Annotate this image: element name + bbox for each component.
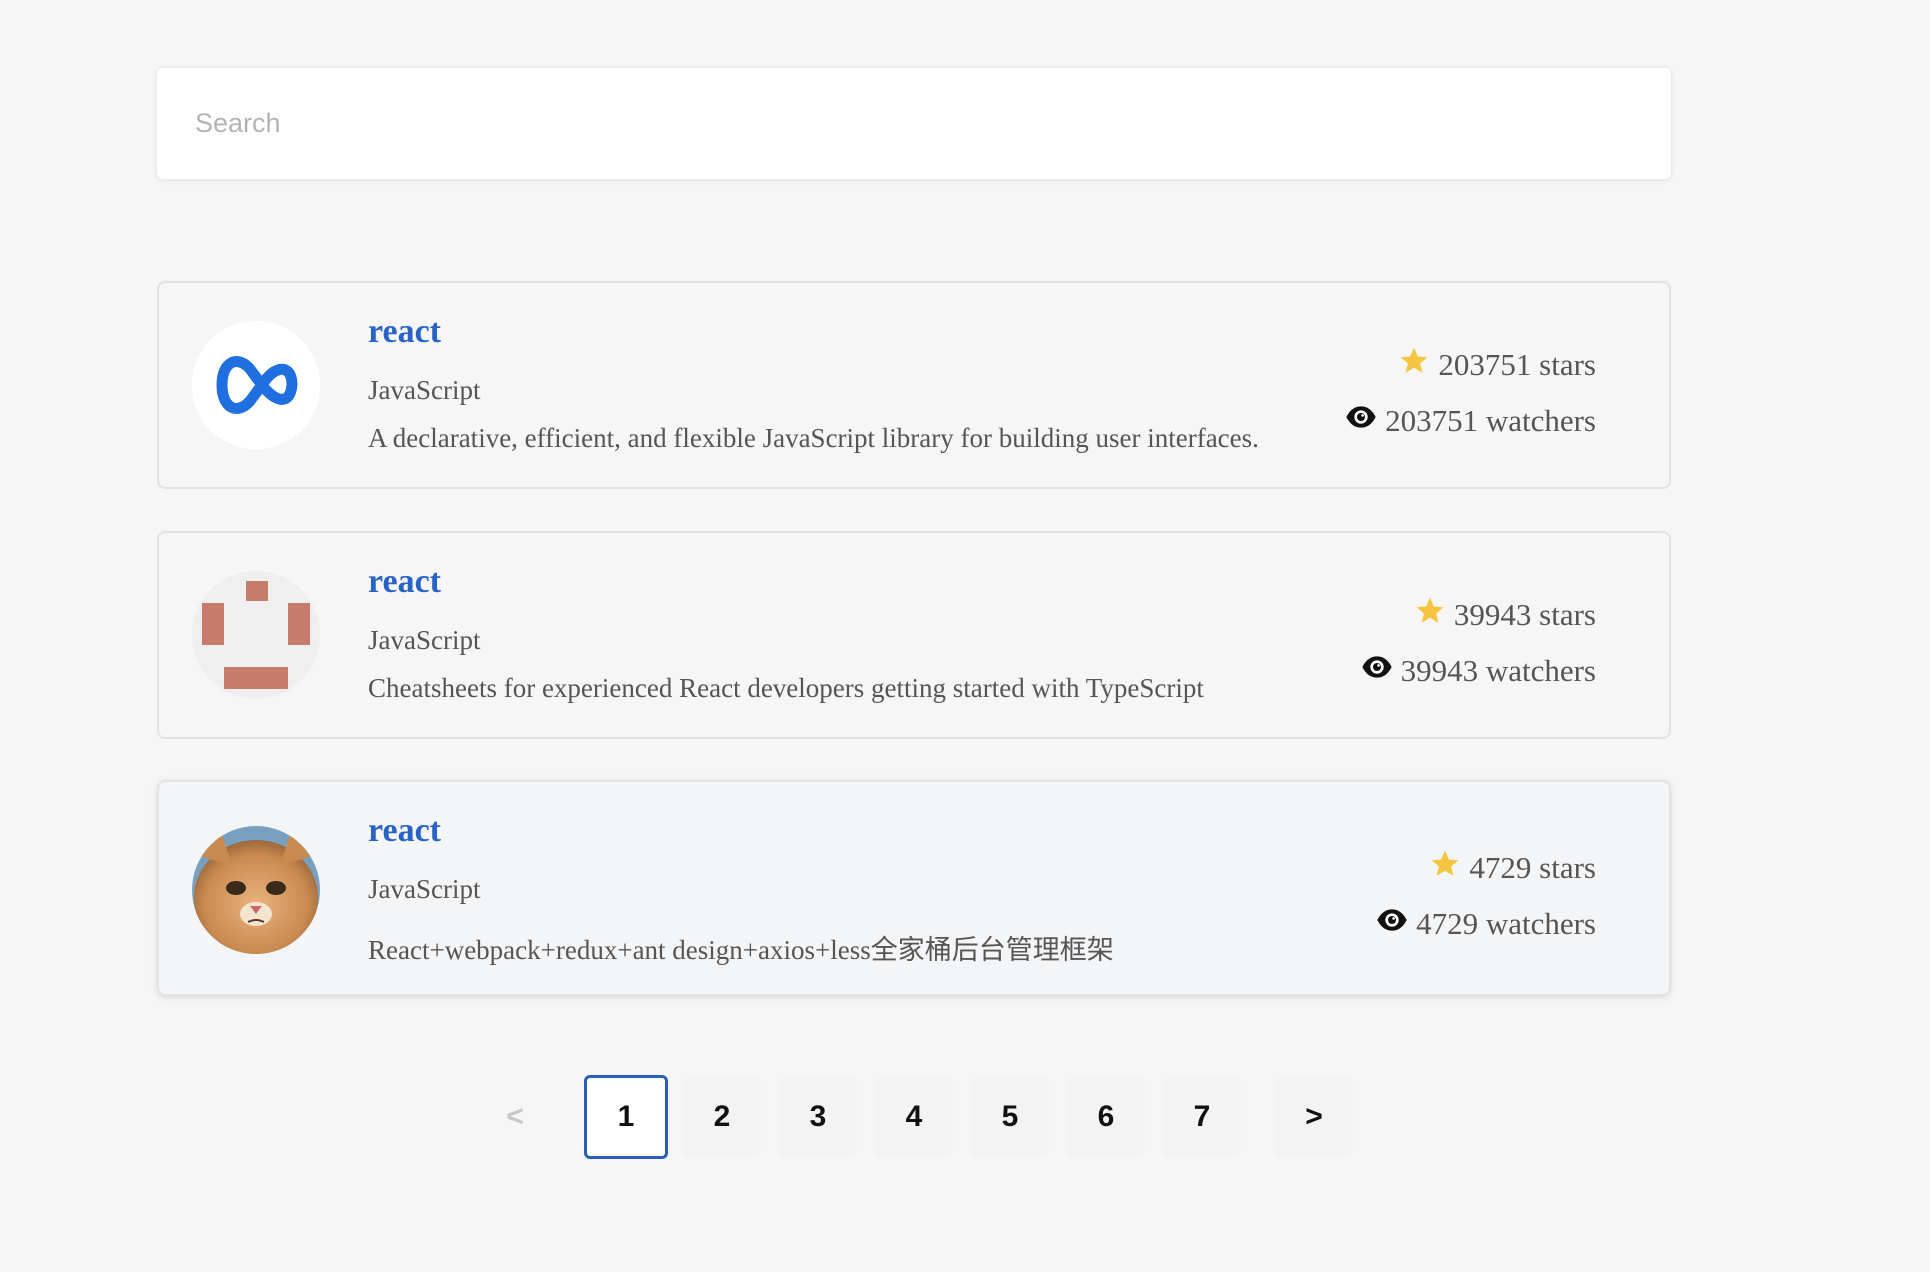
search-input[interactable]	[193, 67, 1671, 180]
watcher-count: 39943 watchers	[1400, 653, 1596, 688]
eye-icon	[1376, 904, 1408, 944]
repo-language: JavaScript	[368, 375, 481, 405]
repo-stats: 4729 stars 4729 watchers	[1376, 840, 1596, 952]
prev-page-button[interactable]: <	[476, 1077, 554, 1157]
repo-name-link[interactable]: react	[368, 313, 441, 351]
repo-stats: 203751 stars 203751 watchers	[1345, 337, 1596, 449]
repo-name-link[interactable]: react	[368, 812, 441, 850]
watcher-count: 203751 watchers	[1385, 403, 1596, 438]
repo-description: A declarative, efficient, and flexible J…	[368, 423, 1259, 453]
page-button-5[interactable]: 5	[971, 1077, 1049, 1157]
repo-language: JavaScript	[368, 625, 481, 655]
page-button-7[interactable]: 7	[1163, 1077, 1241, 1157]
star-icon	[1414, 595, 1446, 635]
page-button-4[interactable]: 4	[875, 1077, 953, 1157]
repo-language: JavaScript	[368, 874, 481, 904]
repo-stats: 39943 stars 39943 watchers	[1361, 587, 1596, 699]
cat-photo-icon	[192, 826, 320, 954]
search-box	[157, 67, 1671, 180]
star-icon	[1429, 848, 1461, 888]
meta-logo-icon	[192, 321, 320, 449]
page-button-2[interactable]: 2	[683, 1077, 761, 1157]
pagination: < 1 2 3 4 5 6 7 >	[0, 1075, 1930, 1159]
star-count: 203751 stars	[1438, 347, 1596, 382]
repo-avatar	[192, 321, 320, 449]
identicon-icon	[192, 571, 320, 699]
page-button-3[interactable]: 3	[779, 1077, 857, 1157]
repo-description: Cheatsheets for experienced React develo…	[368, 673, 1204, 703]
repo-description: React+webpack+redux+ant design+axios+les…	[368, 935, 1114, 965]
repo-name-link[interactable]: react	[368, 563, 441, 601]
star-count: 39943 stars	[1453, 597, 1596, 632]
repo-avatar	[192, 571, 320, 699]
eye-icon	[1345, 401, 1377, 441]
watcher-count: 4729 watchers	[1416, 906, 1596, 941]
repo-card: react JavaScript Cheatsheets for experie…	[157, 531, 1671, 739]
star-count: 4729 stars	[1469, 850, 1596, 885]
repo-card: react JavaScript A declarative, efficien…	[157, 281, 1671, 489]
eye-icon	[1361, 651, 1393, 691]
repo-avatar	[192, 826, 320, 954]
page-button-6[interactable]: 6	[1067, 1077, 1145, 1157]
page-button-1[interactable]: 1	[584, 1075, 668, 1159]
repo-card: react JavaScript React+webpack+redux+ant…	[157, 780, 1671, 996]
star-icon	[1398, 345, 1430, 385]
next-page-button[interactable]: >	[1275, 1077, 1353, 1157]
